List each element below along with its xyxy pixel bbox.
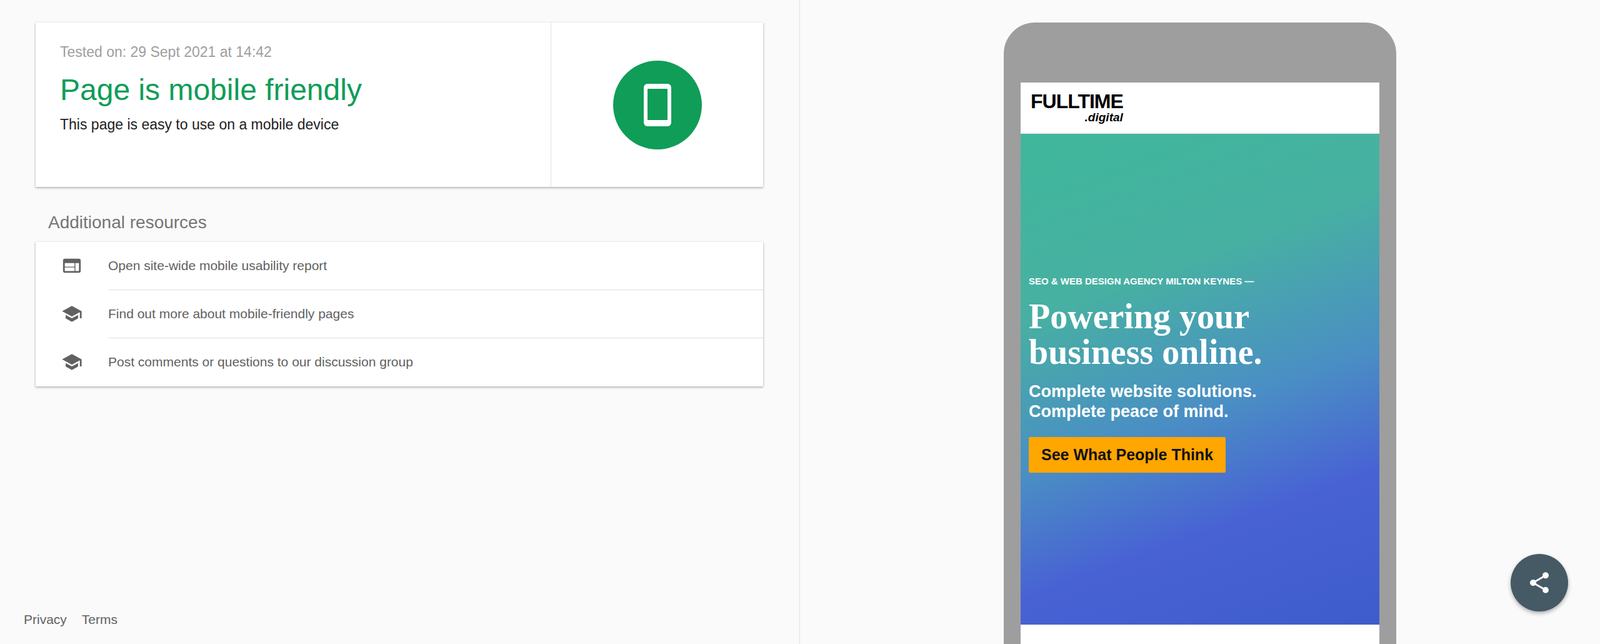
school-icon — [61, 351, 83, 373]
phone-frame: FULLTIME.digital SEO & WEB DESIGN AGENCY … — [1003, 22, 1397, 644]
resource-icon-box — [35, 241, 109, 290]
school-icon — [61, 303, 83, 325]
cta-button[interactable]: See What People Think — [1028, 436, 1226, 474]
headline-line: business online. — [1028, 334, 1372, 370]
resources-heading: Additional resources — [48, 211, 800, 234]
site-logo[interactable]: FULLTIME.digital — [1030, 91, 1124, 124]
tested-on: Tested on: 29 Sept 2021 at 14:42 — [60, 41, 527, 64]
headline-line: Powering your — [1028, 298, 1372, 335]
result-badge — [550, 22, 764, 187]
phone-screen: FULLTIME.digital SEO & WEB DESIGN AGENCY … — [1020, 82, 1380, 644]
resource-label[interactable]: Post comments or questions to our discus… — [108, 338, 764, 387]
result-subtitle: This page is easy to use on a mobile dev… — [60, 113, 527, 136]
site-header: FULLTIME.digital — [1020, 82, 1380, 134]
tagline-line: Complete peace of mind. — [1028, 401, 1372, 422]
hero-headline: Powering yourbusiness online. — [1028, 298, 1372, 370]
report-icon — [61, 255, 83, 277]
result-summary: Tested on: 29 Sept 2021 at 14:42 Page is … — [35, 22, 551, 187]
resource-item[interactable]: Open site-wide mobile usability report — [35, 241, 764, 290]
resource-icon-box — [35, 290, 109, 339]
phone-icon — [635, 82, 680, 128]
hero-banner: SEO & WEB DESIGN AGENCY MILTON KEYNES — P… — [1020, 133, 1380, 625]
resource-item[interactable]: Post comments or questions to our discus… — [35, 338, 764, 387]
logo-sub: .digital — [1030, 111, 1124, 124]
resource-icon-box — [35, 338, 109, 387]
resource-label[interactable]: Find out more about mobile-friendly page… — [108, 290, 764, 339]
logo-main: FULLTIME — [1030, 91, 1124, 112]
preview-pane: FULLTIME.digital SEO & WEB DESIGN AGENCY … — [800, 0, 1600, 644]
page: Tested on: 29 Sept 2021 at 14:42 Page is … — [0, 0, 1600, 644]
hero-tagline: Complete website solutions.Complete peac… — [1028, 381, 1372, 422]
share-icon — [1526, 570, 1552, 595]
result-title: Page is mobile friendly — [60, 71, 527, 109]
footer-link[interactable]: Terms — [81, 609, 118, 630]
hero-eyebrow: SEO & WEB DESIGN AGENCY MILTON KEYNES — — [1028, 274, 1372, 289]
resources-list: Open site-wide mobile usability reportFi… — [35, 241, 764, 387]
mobile-badge — [613, 60, 702, 150]
resource-item[interactable]: Find out more about mobile-friendly page… — [35, 290, 764, 339]
footer: Privacy Terms — [0, 609, 800, 644]
tagline-line: Complete website solutions. — [1028, 381, 1372, 402]
footer-link[interactable]: Privacy — [23, 609, 67, 630]
results-pane: Tested on: 29 Sept 2021 at 14:42 Page is … — [0, 0, 800, 644]
result-card: Tested on: 29 Sept 2021 at 14:42 Page is … — [35, 22, 764, 187]
resource-label[interactable]: Open site-wide mobile usability report — [108, 241, 764, 290]
share-button[interactable] — [1510, 553, 1569, 612]
